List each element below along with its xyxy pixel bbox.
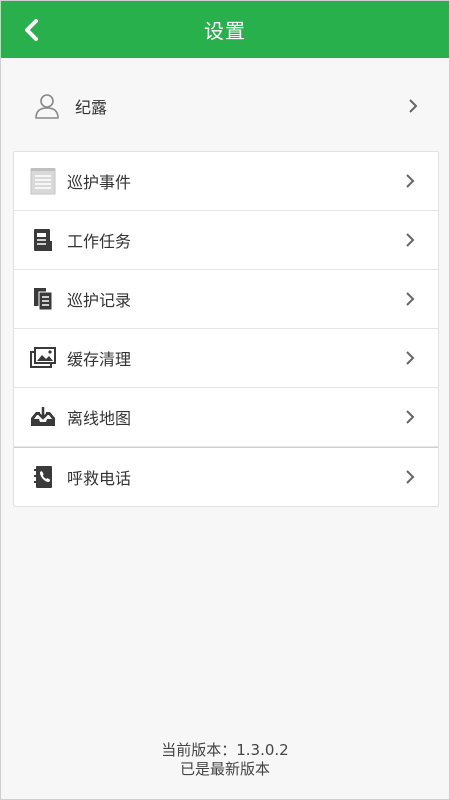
user-name: 纪露 (75, 98, 108, 117)
top-bar: 设置 (1, 1, 449, 58)
download-tray-icon (29, 403, 57, 431)
chevron-right-icon (406, 292, 415, 306)
records-icon (29, 285, 57, 313)
version-text: 当前版本：1.3.0.2 (161, 741, 289, 759)
menu-item-offline-map[interactable]: 离线地图 (14, 388, 438, 447)
back-button[interactable] (19, 16, 43, 44)
settings-menu: 巡护事件 工作任务 巡护记录 缓存清理 离线地图 呼救电话 (13, 151, 439, 507)
chevron-right-icon (406, 470, 415, 484)
phone-book-icon (29, 463, 57, 491)
menu-item-label: 巡护事件 (67, 173, 132, 192)
menu-item-label: 工作任务 (67, 232, 132, 251)
chevron-right-icon (406, 410, 415, 424)
menu-item-label: 呼救电话 (67, 469, 132, 488)
page-title: 设置 (204, 19, 246, 43)
notepad-icon (29, 167, 57, 195)
menu-item-patrol-events[interactable]: 巡护事件 (14, 152, 438, 211)
menu-item-label: 缓存清理 (67, 350, 132, 369)
user-profile-row[interactable]: 纪露 (23, 83, 419, 129)
chevron-right-icon (406, 233, 415, 247)
menu-item-label: 离线地图 (67, 409, 132, 428)
task-document-icon (29, 226, 57, 254)
user-outline-icon (35, 94, 59, 119)
chevron-left-icon (25, 19, 38, 41)
chevron-right-icon (406, 351, 415, 365)
image-stack-icon (29, 344, 57, 372)
chevron-right-icon (409, 99, 418, 113)
menu-item-label: 巡护记录 (67, 291, 132, 310)
menu-item-clear-cache[interactable]: 缓存清理 (14, 329, 438, 388)
chevron-right-icon (406, 174, 415, 188)
update-status-text: 已是最新版本 (179, 760, 270, 778)
menu-item-work-tasks[interactable]: 工作任务 (14, 211, 438, 270)
menu-item-patrol-records[interactable]: 巡护记录 (14, 270, 438, 329)
version-footer: 当前版本：1.3.0.2 已是最新版本 (1, 741, 449, 779)
menu-item-emergency-call[interactable]: 呼救电话 (14, 447, 438, 506)
